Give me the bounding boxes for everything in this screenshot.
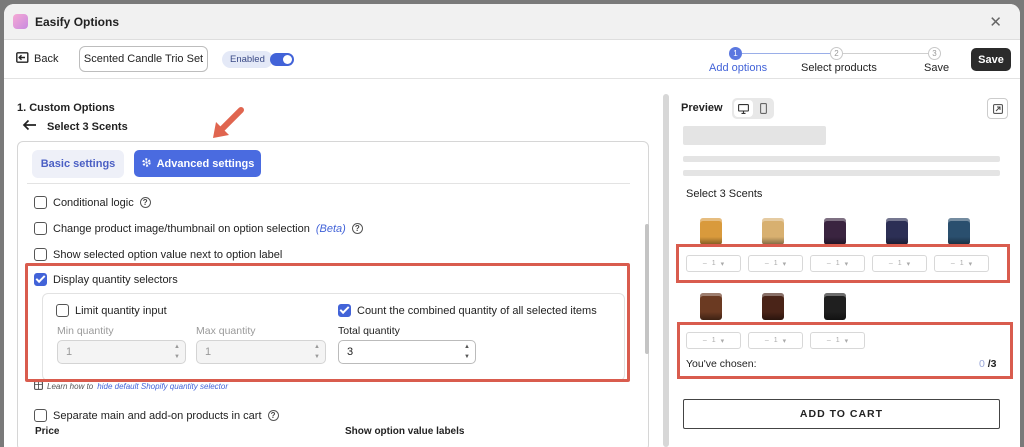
learn-prefix: Learn how to <box>47 382 94 391</box>
scent-swatch-1-1[interactable] <box>700 218 722 245</box>
scent-swatch-2-2[interactable] <box>762 293 784 320</box>
save-button[interactable]: Save <box>971 48 1011 71</box>
expand-icon[interactable] <box>987 98 1008 119</box>
separate-products-checkbox[interactable] <box>34 409 47 422</box>
beta-tag: (Beta) <box>315 222 346 235</box>
skeleton-title <box>683 126 826 145</box>
option-set-name-field[interactable]: Scented Candle Trio Set <box>79 46 208 72</box>
scent-swatch-1-2[interactable] <box>762 218 784 245</box>
change-image-checkbox[interactable] <box>34 222 47 235</box>
scent-swatch-1-4[interactable] <box>886 218 908 245</box>
section-title: 1. Custom Options <box>17 102 115 114</box>
highlight-quantity-box <box>25 263 630 382</box>
back-button[interactable]: Back <box>16 52 58 66</box>
preview-option-label: Select 3 Scents <box>686 188 763 200</box>
change-image-label: Change product image/thumbnail on option… <box>53 222 310 235</box>
app-window: Easify Options ✕ Back Scented Candle Tri… <box>4 4 1020 447</box>
skeleton-line <box>683 170 1000 176</box>
tab-advanced-settings[interactable]: Advanced settings <box>134 150 261 177</box>
top-toolbar: Back Scented Candle Trio Set Enabled 1 2… <box>4 40 1020 79</box>
app-logo-icon <box>13 14 28 29</box>
help-icon[interactable]: ? <box>139 197 151 208</box>
step-2-indicator[interactable]: 2 <box>830 47 843 60</box>
title-bar: Easify Options ✕ <box>4 4 1020 40</box>
help-icon[interactable]: ? <box>351 223 363 234</box>
enabled-badge: Enabled <box>222 51 273 68</box>
learn-hint: Learn how to hide default Shopify quanti… <box>34 381 228 392</box>
step-2-label[interactable]: Select products <box>801 62 877 74</box>
enabled-toggle[interactable] <box>270 53 294 66</box>
step-connector <box>742 53 831 54</box>
panel-splitter[interactable] <box>663 94 669 447</box>
preview-title: Preview <box>681 102 723 114</box>
toggle-knob <box>283 55 292 64</box>
separate-products-option[interactable]: Separate main and add-on products in car… <box>34 409 279 422</box>
change-image-option[interactable]: Change product image/thumbnail on option… <box>34 222 363 235</box>
tab-divider <box>27 183 630 184</box>
back-label: Back <box>34 53 59 65</box>
scent-swatch-2-1[interactable] <box>700 293 722 320</box>
step-3-indicator[interactable]: 3 <box>928 47 941 60</box>
price-label: Price <box>35 426 60 437</box>
mobile-icon[interactable] <box>755 100 772 117</box>
arrow-left-icon <box>22 119 37 134</box>
annotation-arrow-icon <box>213 107 244 138</box>
scrollbar[interactable] <box>645 224 649 354</box>
step-1-label[interactable]: Add options <box>709 62 767 74</box>
conditional-logic-checkbox[interactable] <box>34 196 47 209</box>
show-value-checkbox[interactable] <box>34 248 47 261</box>
scent-swatch-1-5[interactable] <box>948 218 970 245</box>
add-to-cart-button[interactable]: ADD TO CART <box>683 399 1000 429</box>
option-title: Select 3 Scents <box>47 120 128 133</box>
option-back-button[interactable]: Select 3 Scents <box>22 119 128 134</box>
separate-products-label: Separate main and add-on products in car… <box>53 409 262 422</box>
highlight-quantity-row-2 <box>677 322 1013 379</box>
conditional-logic-label: Conditional logic <box>53 196 134 209</box>
step-connector <box>843 53 930 54</box>
step-3-label[interactable]: Save <box>924 62 949 74</box>
close-icon[interactable]: ✕ <box>989 13 1002 31</box>
scent-swatch-2-3[interactable] <box>824 293 846 320</box>
device-toggle <box>732 98 774 119</box>
back-arrow-icon <box>16 52 29 66</box>
show-value-label: Show selected option value next to optio… <box>53 248 283 261</box>
window-title: Easify Options <box>35 15 120 29</box>
highlight-quantity-row-1 <box>676 244 1010 283</box>
conditional-logic-option[interactable]: Conditional logic ? <box>34 196 151 209</box>
help-icon[interactable]: ? <box>267 410 279 421</box>
skeleton-line <box>683 156 1000 162</box>
tab-basic-settings[interactable]: Basic settings <box>32 150 124 178</box>
step-1-indicator[interactable]: 1 <box>729 47 742 60</box>
desktop-icon[interactable] <box>734 100 753 117</box>
show-labels-label: Show option value labels <box>345 426 465 437</box>
scent-swatch-1-3[interactable] <box>824 218 846 245</box>
learn-link[interactable]: hide default Shopify quantity selector <box>97 382 228 391</box>
book-icon <box>34 381 43 392</box>
gear-icon <box>141 157 152 171</box>
tab-advanced-label: Advanced settings <box>156 157 255 170</box>
show-value-option[interactable]: Show selected option value next to optio… <box>34 248 282 261</box>
